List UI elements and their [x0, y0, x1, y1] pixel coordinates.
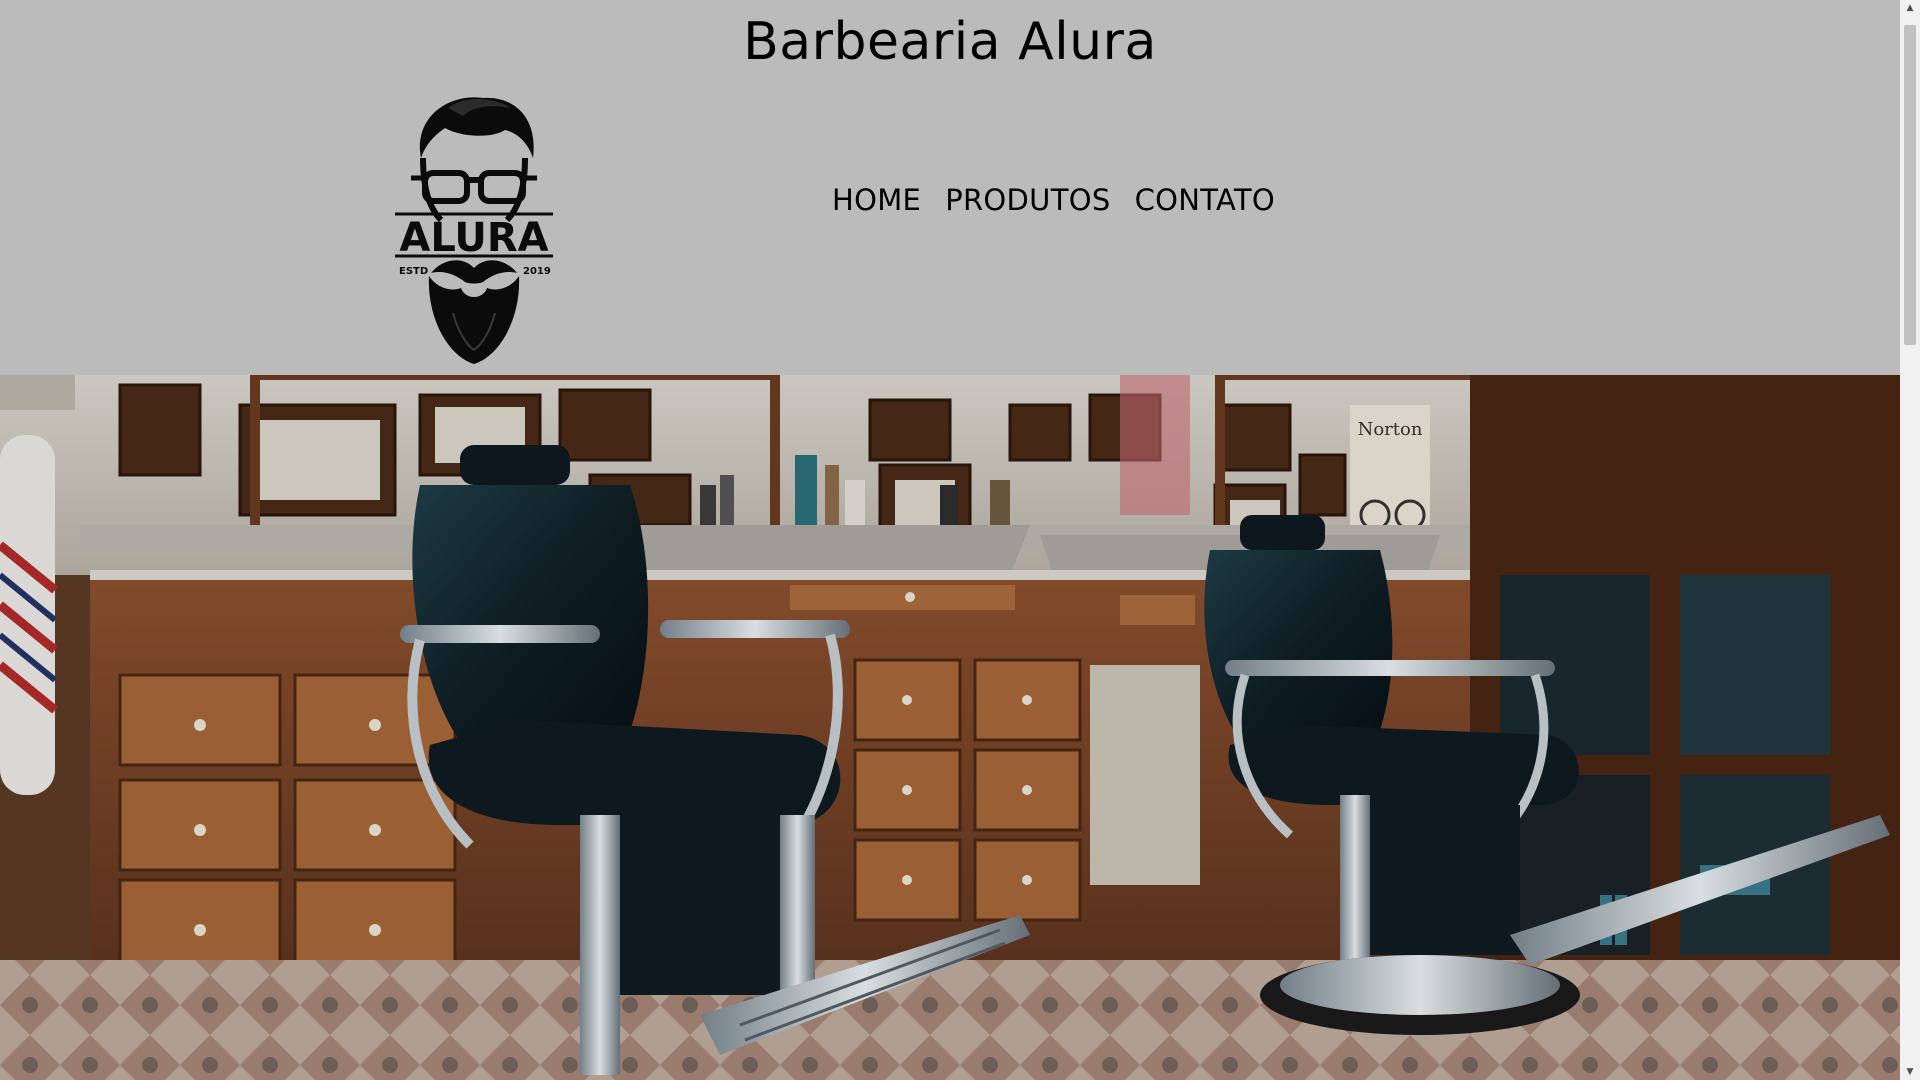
- logo-wordmark: ALURA: [399, 215, 548, 261]
- page-title: Barbearia Alura: [743, 12, 1157, 72]
- site-header: Barbearia Alura ALURA ESTD 2019 HOME PRO…: [0, 0, 1900, 375]
- barbershop-photo-icon: Norton: [0, 375, 1900, 1080]
- viewport: Barbearia Alura ALURA ESTD 2019 HOME PRO…: [0, 0, 1900, 1080]
- scroll-down-arrow-icon[interactable]: ▼: [1900, 1064, 1920, 1080]
- nav-link-produtos[interactable]: PRODUTOS: [945, 180, 1110, 220]
- logo-right-text: 2019: [523, 266, 551, 277]
- scroll-up-arrow-icon[interactable]: ▲: [1900, 0, 1920, 16]
- logo: ALURA ESTD 2019: [393, 88, 555, 368]
- scroll-thumb[interactable]: [1904, 25, 1916, 345]
- hero-barbershop-image: Norton: [0, 375, 1900, 1080]
- vertical-scrollbar[interactable]: ▲ ▼: [1900, 0, 1920, 1080]
- logo-left-text: ESTD: [399, 266, 428, 277]
- nav-link-contato[interactable]: CONTATO: [1135, 180, 1275, 220]
- main-nav: HOME PRODUTOS CONTATO: [832, 180, 1275, 220]
- page: Barbearia Alura ALURA ESTD 2019 HOME PRO…: [0, 0, 1920, 1080]
- nav-link-home[interactable]: HOME: [832, 180, 921, 220]
- bearded-man-logo-icon: ALURA ESTD 2019: [395, 97, 553, 364]
